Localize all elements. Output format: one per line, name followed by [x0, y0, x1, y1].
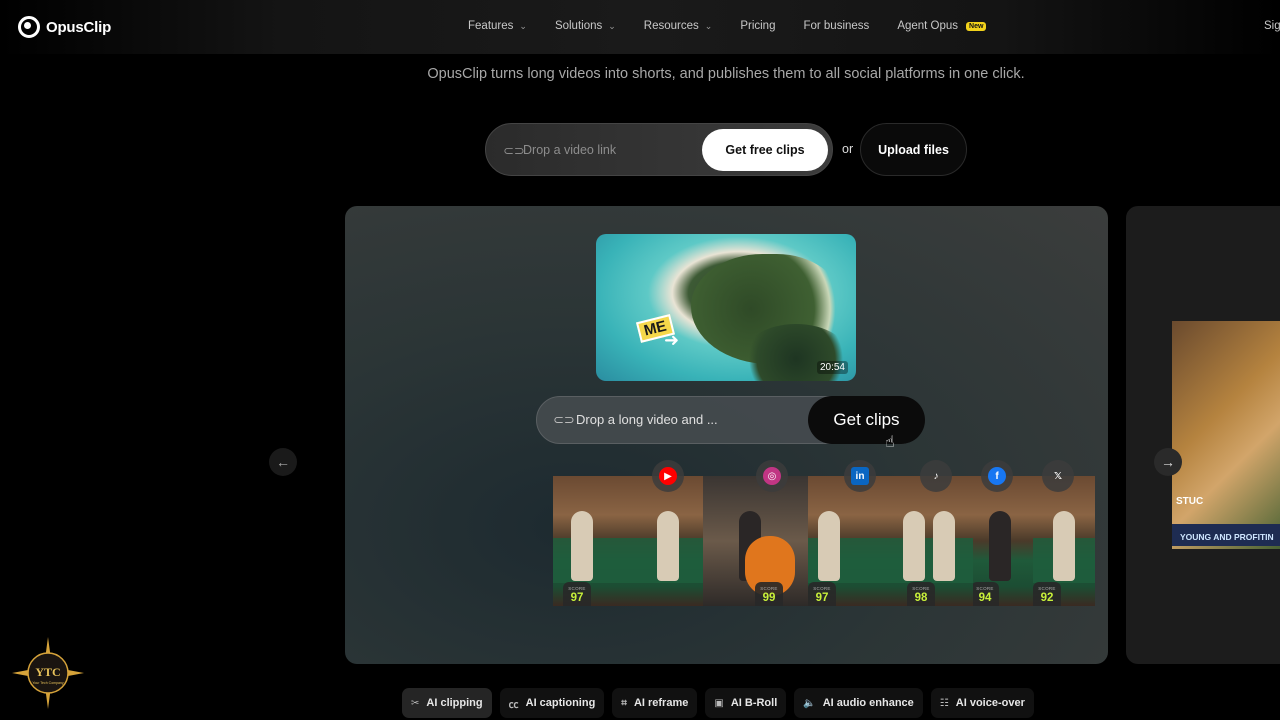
score-badge: SCORE 94: [973, 582, 999, 606]
tab-ai-reframe[interactable]: ⌗ AI reframe: [612, 688, 698, 718]
video-link-input[interactable]: ⊂⊃ Drop a video link Get free clips: [485, 123, 833, 176]
clip-thumbnail[interactable]: SCORE 92: [1033, 476, 1095, 606]
hand-cursor-icon: ☝: [885, 434, 895, 451]
youtube-icon: ▶: [652, 460, 684, 492]
voice-icon: ☷: [939, 697, 949, 709]
crop-icon: ⌗: [621, 697, 627, 709]
score-badge: SCORE 92: [1033, 582, 1061, 606]
tab-ai-voice-over[interactable]: ☷ AI voice-over: [930, 688, 1034, 718]
carousel-next-button[interactable]: →: [1154, 448, 1182, 476]
upload-files-button[interactable]: Upload files: [860, 123, 967, 176]
cc-icon: ㏄: [508, 699, 519, 711]
video-duration: 20:54: [816, 361, 848, 374]
demo-card: ME ➜ 20:54 ⊂⊃ Drop a long video and ... …: [345, 206, 1108, 664]
next-card-text: STUC: [1176, 496, 1204, 507]
tiktok-icon: ♪: [920, 460, 952, 492]
tab-ai-captioning[interactable]: ㏄ AI captioning: [499, 688, 605, 718]
score-badge: SCORE 99: [755, 582, 783, 606]
svg-text:YTC: YTC: [35, 665, 60, 679]
video-link-placeholder: Drop a video link: [523, 143, 617, 157]
x-icon: 𝕏: [1042, 460, 1074, 492]
or-text: or: [842, 142, 854, 156]
score-badge: SCORE 97: [808, 582, 836, 606]
long-video-input-text: Drop a long video and ...: [576, 412, 718, 427]
link-icon: ⊂⊃: [503, 143, 525, 158]
score-badge: SCORE 97: [563, 582, 591, 606]
clip-thumbnail[interactable]: SCORE 94: [973, 476, 1033, 606]
carousel-prev-button[interactable]: ←: [269, 448, 297, 476]
clip-thumbnail[interactable]: SCORE 97: [553, 476, 703, 606]
next-demo-card: STUC YOUNG AND PROFITIN: [1126, 206, 1280, 664]
linkedin-icon: in: [844, 460, 876, 492]
feature-tabs: ✂ AI clipping ㏄ AI captioning ⌗ AI refra…: [402, 688, 1034, 718]
arrow-icon: ➜: [664, 330, 680, 350]
score-badge: SCORE 98: [907, 582, 935, 606]
speaker-icon: 🔈: [803, 697, 816, 709]
instagram-icon: ◎: [756, 460, 788, 492]
broll-icon: ▣: [714, 697, 724, 709]
ytc-watermark-logo: YTC Your Tech Company: [12, 637, 84, 709]
next-card-caption: YOUNG AND PROFITIN: [1180, 532, 1274, 542]
tab-ai-audio-enhance[interactable]: 🔈 AI audio enhance: [794, 688, 923, 718]
clips-strip: SCORE 97 SCORE 99 SCORE 97 SCORE 98 SCOR…: [553, 476, 1095, 606]
tab-ai-b-roll[interactable]: ▣ AI B-Roll: [705, 688, 787, 718]
get-clips-button[interactable]: Get clips: [808, 396, 925, 444]
tagline: OpusClip turns long videos into shorts, …: [427, 66, 1025, 82]
link-icon: ⊂⊃: [553, 412, 575, 427]
svg-text:Your Tech Company: Your Tech Company: [32, 681, 64, 685]
get-free-clips-button[interactable]: Get free clips: [702, 129, 828, 171]
scissors-icon: ✂: [411, 697, 420, 709]
tagline-wrap: OpusClip turns long videos into shorts, …: [0, 0, 1280, 100]
long-video-input[interactable]: ⊂⊃ Drop a long video and ... Get clips: [536, 396, 925, 444]
clip-thumbnail[interactable]: SCORE 99: [703, 476, 808, 606]
video-thumbnail: ME ➜ 20:54: [596, 234, 856, 381]
tab-ai-clipping[interactable]: ✂ AI clipping: [402, 688, 492, 718]
facebook-icon: f: [981, 460, 1013, 492]
next-card-image: [1172, 321, 1280, 549]
clip-thumbnail[interactable]: SCORE 97 SCORE 98: [808, 476, 973, 606]
